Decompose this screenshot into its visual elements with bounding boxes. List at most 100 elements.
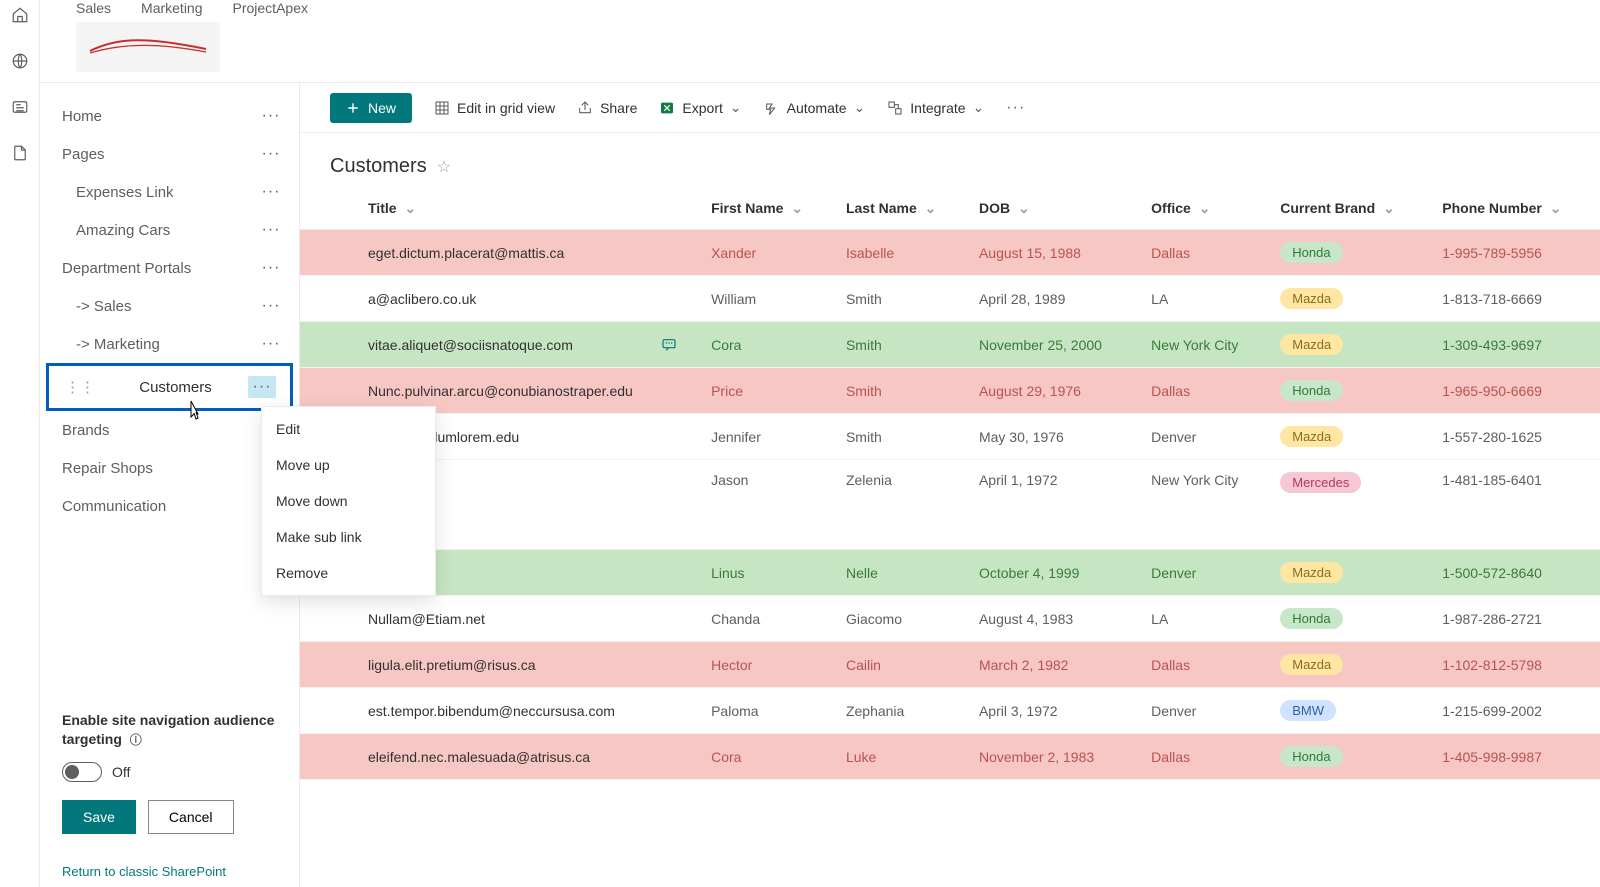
export-button[interactable]: Export ⌄ xyxy=(659,99,741,116)
chevron-down-icon: ⌄ xyxy=(1199,200,1211,216)
cell-title[interactable]: a@aclibero.co.uk xyxy=(358,276,701,322)
table-row[interactable]: ligula.elit.pretium@risus.caHectorCailin… xyxy=(300,642,1600,688)
nav-item[interactable]: -> Marketing··· xyxy=(40,325,299,363)
context-menu-item[interactable]: Make sub link xyxy=(262,519,435,555)
table-row[interactable]: vitae.aliquet@sociisnatoque.comCoraSmith… xyxy=(300,322,1600,368)
nav-item-label: Amazing Cars xyxy=(76,222,170,239)
new-button[interactable]: New xyxy=(330,93,412,123)
nav-item-more-icon[interactable]: ··· xyxy=(257,259,285,277)
automate-button[interactable]: Automate ⌄ xyxy=(764,99,866,116)
list-title: Customers xyxy=(330,155,427,178)
table-row[interactable]: e@vestibulumlorem.eduJenniferSmithMay 30… xyxy=(300,414,1600,460)
nav-item-more-icon[interactable]: ··· xyxy=(248,376,276,398)
nav-item-more-icon[interactable]: ··· xyxy=(257,107,285,125)
table-row[interactable]: eleifend.nec.malesuada@atrisus.caCoraLuk… xyxy=(300,734,1600,780)
overflow-button[interactable]: ··· xyxy=(1006,99,1025,117)
integrate-button[interactable]: Integrate ⌄ xyxy=(887,99,984,116)
nav-item-more-icon[interactable]: ··· xyxy=(257,297,285,315)
nav-item[interactable]: Expenses Link··· xyxy=(40,173,299,211)
cell-first-name: Paloma xyxy=(701,688,836,734)
row-selector[interactable] xyxy=(300,230,358,276)
command-bar: New Edit in grid view Share xyxy=(300,83,1600,133)
cell-office: Dallas xyxy=(1141,230,1270,276)
news-icon[interactable] xyxy=(11,98,29,116)
share-button[interactable]: Share xyxy=(577,100,637,116)
brand-chip: Mazda xyxy=(1280,654,1343,675)
globe-icon[interactable] xyxy=(11,52,29,70)
row-selector[interactable] xyxy=(300,642,358,688)
return-classic-link[interactable]: Return to classic SharePoint xyxy=(62,864,277,879)
cell-brand: Mazda xyxy=(1270,642,1432,688)
edit-grid-button[interactable]: Edit in grid view xyxy=(434,100,555,116)
nav-item-more-icon[interactable]: ··· xyxy=(257,183,285,201)
chat-icon[interactable] xyxy=(661,337,677,353)
table-row[interactable]: est.tempor.bibendum@neccursusa.comPaloma… xyxy=(300,688,1600,734)
cell-phone: 1-813-718-6669 xyxy=(1432,276,1600,322)
nav-item[interactable]: Amazing Cars ··· xyxy=(40,211,299,249)
cell-last-name: Smith xyxy=(836,368,969,414)
cell-title[interactable]: eget.dictum.placerat@mattis.ca xyxy=(358,230,701,276)
context-menu-item[interactable]: Move up xyxy=(262,447,435,483)
hub-link[interactable]: Sales xyxy=(76,0,111,16)
cell-title[interactable]: eleifend.nec.malesuada@atrisus.ca xyxy=(358,734,701,780)
table-row[interactable]: on.comJasonZeleniaApril 1, 1972New York … xyxy=(300,460,1600,550)
nav-item[interactable]: Home··· xyxy=(40,97,299,135)
file-icon[interactable] xyxy=(11,144,29,162)
cancel-button[interactable]: Cancel xyxy=(148,800,234,834)
row-selector[interactable] xyxy=(300,734,358,780)
column-header[interactable]: DOB ⌄ xyxy=(969,188,1141,230)
hub-link[interactable]: ProjectApex xyxy=(233,0,308,16)
column-header[interactable]: Office ⌄ xyxy=(1141,188,1270,230)
cell-first-name: Price xyxy=(701,368,836,414)
cell-title[interactable]: est.tempor.bibendum@neccursusa.com xyxy=(358,688,701,734)
select-all-column[interactable] xyxy=(300,188,358,230)
table-row[interactable]: Nunc.pulvinar.arcu@conubianostraper.eduP… xyxy=(300,368,1600,414)
integrate-icon xyxy=(887,100,903,116)
site-logo[interactable] xyxy=(76,22,220,72)
cell-dob: August 15, 1988 xyxy=(969,230,1141,276)
cell-title[interactable]: Nullam@Etiam.net xyxy=(358,596,701,642)
cell-title[interactable]: vitae.aliquet@sociisnatoque.com xyxy=(358,322,701,368)
row-selector[interactable] xyxy=(300,596,358,642)
column-header[interactable]: Phone Number ⌄ xyxy=(1432,188,1600,230)
context-menu-item[interactable]: Remove xyxy=(262,555,435,591)
audience-targeting-toggle[interactable] xyxy=(62,762,102,782)
row-selector[interactable] xyxy=(300,688,358,734)
cell-office: Dallas xyxy=(1141,368,1270,414)
nav-item-more-icon[interactable]: ··· xyxy=(257,335,285,353)
nav-item-more-icon[interactable]: ··· xyxy=(257,221,285,239)
column-header[interactable]: Title ⌄ xyxy=(358,188,701,230)
audience-targeting-label: Enable site navigation audience targetin… xyxy=(62,711,277,750)
home-icon[interactable] xyxy=(11,6,29,24)
column-header[interactable]: Current Brand ⌄ xyxy=(1270,188,1432,230)
favorite-star-icon[interactable]: ☆ xyxy=(437,157,451,177)
cell-dob: October 4, 1999 xyxy=(969,550,1141,596)
nav-item[interactable]: ⋮⋮Customers··· xyxy=(46,363,293,411)
cell-last-name: Smith xyxy=(836,414,969,460)
nav-item-label: Brands xyxy=(62,422,110,439)
chevron-down-icon: ⌄ xyxy=(854,99,866,116)
nav-item[interactable]: Pages··· xyxy=(40,135,299,173)
nav-item[interactable]: Department Portals··· xyxy=(40,249,299,287)
list-table[interactable]: Title ⌄First Name ⌄Last Name ⌄DOB ⌄Offic… xyxy=(300,188,1600,887)
table-row[interactable]: a@aclibero.co.ukWilliamSmithApril 28, 19… xyxy=(300,276,1600,322)
cell-phone: 1-987-286-2721 xyxy=(1432,596,1600,642)
nav-item[interactable]: -> Sales··· xyxy=(40,287,299,325)
cell-first-name: William xyxy=(701,276,836,322)
save-button[interactable]: Save xyxy=(62,800,136,834)
info-icon[interactable]: ⓘ xyxy=(130,733,142,747)
drag-grip-icon[interactable]: ⋮⋮ xyxy=(65,378,95,396)
row-selector[interactable] xyxy=(300,276,358,322)
chevron-down-icon: ⌄ xyxy=(730,99,742,116)
context-menu-item[interactable]: Move down xyxy=(262,483,435,519)
row-selector[interactable] xyxy=(300,322,358,368)
table-row[interactable]: Nullam@Etiam.netChandaGiacomoAugust 4, 1… xyxy=(300,596,1600,642)
column-header[interactable]: Last Name ⌄ xyxy=(836,188,969,230)
context-menu-item[interactable]: Edit xyxy=(262,411,435,447)
table-row[interactable]: @in.eduLinusNelleOctober 4, 1999DenverMa… xyxy=(300,550,1600,596)
cell-title[interactable]: ligula.elit.pretium@risus.ca xyxy=(358,642,701,688)
column-header[interactable]: First Name ⌄ xyxy=(701,188,836,230)
table-row[interactable]: eget.dictum.placerat@mattis.caXanderIsab… xyxy=(300,230,1600,276)
hub-link[interactable]: Marketing xyxy=(141,0,202,16)
nav-item-more-icon[interactable]: ··· xyxy=(257,145,285,163)
